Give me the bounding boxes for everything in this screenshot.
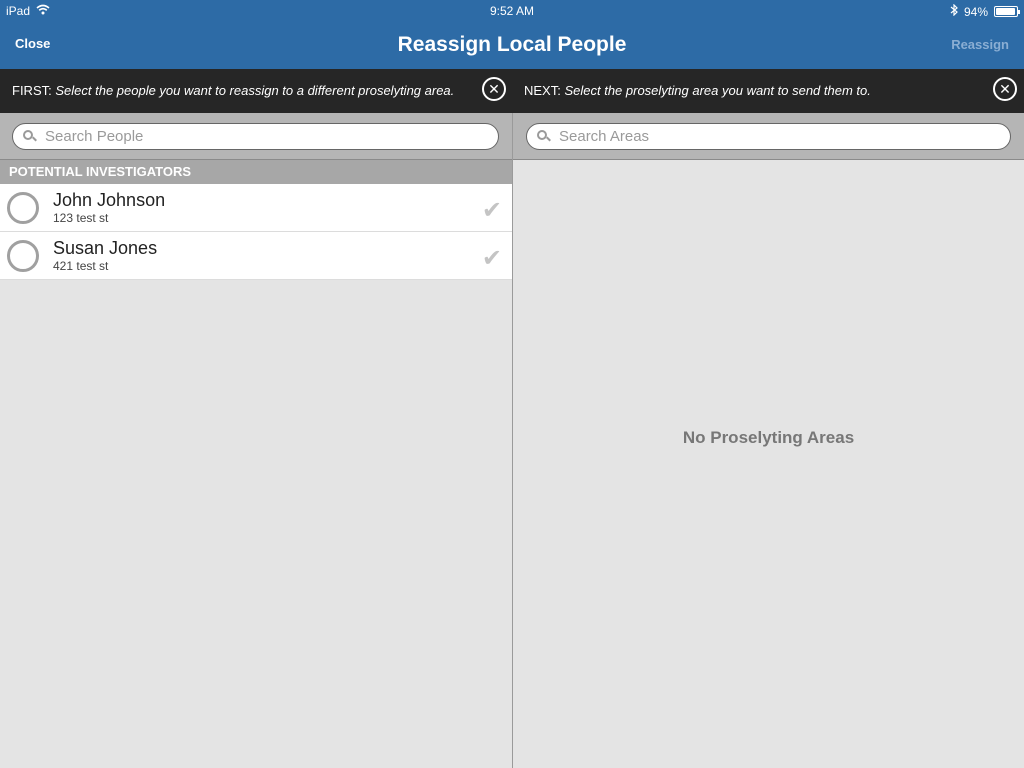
checkmark-icon: ✔ xyxy=(481,197,502,224)
person-address: 123 test st xyxy=(53,211,109,225)
battery-icon xyxy=(994,6,1020,17)
search-icon xyxy=(537,129,551,144)
areas-panel: No Proselyting Areas xyxy=(513,113,1024,768)
dismiss-next-instruction-close-icon[interactable]: ✕ xyxy=(993,77,1017,101)
person-name: Susan Jones xyxy=(53,238,158,258)
page-title: Reassign Local People xyxy=(397,33,627,56)
reassign-button[interactable]: Reassign xyxy=(951,37,1009,52)
first-text: Select the people you want to reassign t… xyxy=(55,83,455,98)
areas-search-bar xyxy=(513,113,1024,160)
checkmark-icon: ✔ xyxy=(481,245,502,272)
areas-search-field[interactable] xyxy=(526,123,1011,150)
select-radio[interactable] xyxy=(7,192,39,224)
dismiss-first-instruction-close-icon[interactable]: ✕ xyxy=(482,77,506,101)
next-text: Select the proselyting area you want to … xyxy=(564,83,871,98)
search-icon xyxy=(23,129,37,144)
status-right: 94% xyxy=(950,3,1020,19)
first-instruction: FIRST: Select the people you want to rea… xyxy=(12,83,454,98)
section-header-potential-investigators: POTENTIAL INVESTIGATORS xyxy=(0,160,512,184)
battery-percent: 94% xyxy=(963,4,988,19)
status-bar: iPad 9:52 AM 94% xyxy=(0,0,1024,22)
person-name: John Johnson xyxy=(53,190,166,210)
people-search-bar xyxy=(0,113,512,160)
battery-fill xyxy=(996,8,1015,15)
instruction-bar: FIRST: Select the people you want to rea… xyxy=(0,69,1024,113)
status-time: 9:52 AM xyxy=(489,4,535,18)
areas-search-input[interactable] xyxy=(559,128,985,145)
next-instruction: NEXT: Select the proselyting area you wa… xyxy=(524,83,871,98)
bluetooth-icon xyxy=(950,3,958,19)
next-prefix: NEXT: xyxy=(524,83,561,98)
people-search-field[interactable] xyxy=(12,123,499,150)
person-address: 421 test st xyxy=(53,259,109,273)
first-prefix: FIRST: xyxy=(12,83,52,98)
navigation-bar: Close Reassign Local People Reassign xyxy=(0,22,1024,69)
people-panel: POTENTIAL INVESTIGATORS John Johnson 123… xyxy=(0,113,512,768)
list-item[interactable]: John Johnson 123 test st ✔ xyxy=(0,184,512,232)
list-item[interactable]: Susan Jones 421 test st ✔ xyxy=(0,232,512,280)
select-radio[interactable] xyxy=(7,240,39,272)
empty-state-message: No Proselyting Areas xyxy=(682,428,855,447)
people-search-input[interactable] xyxy=(45,128,473,145)
